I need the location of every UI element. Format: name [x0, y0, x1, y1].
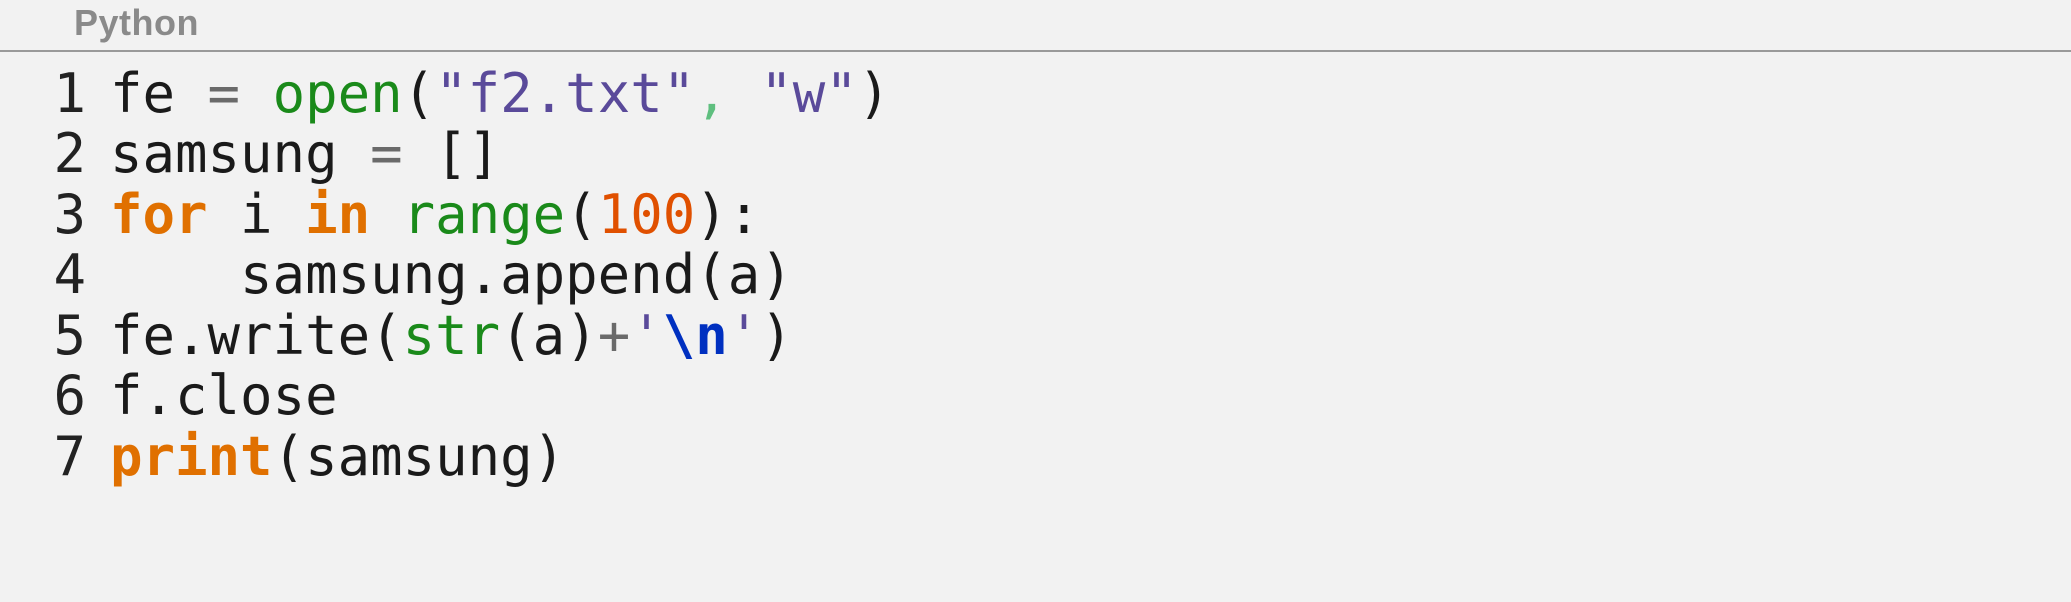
code-token: fe [110, 304, 175, 367]
code-token: fe [110, 62, 208, 125]
line-number: 6 [0, 366, 110, 426]
code-token: \n [663, 304, 728, 367]
code-token: write [208, 304, 371, 367]
code-token: (samsung) [273, 425, 566, 488]
line-number: 2 [0, 124, 110, 184]
code-line[interactable]: 2samsung = [] [0, 124, 2071, 184]
code-line[interactable]: 1fe = open("f2.txt", "w") [0, 64, 2071, 124]
code-content[interactable]: samsung = [] [110, 124, 500, 184]
code-content[interactable]: f.close [110, 366, 338, 426]
code-token: range [403, 183, 566, 246]
code-token: i [208, 183, 306, 246]
code-token: = [370, 122, 403, 185]
code-token: . [175, 304, 208, 367]
code-token: ) [760, 304, 793, 367]
code-token: in [305, 183, 370, 246]
code-token: (a) [695, 243, 793, 306]
code-token: append [500, 243, 695, 306]
line-number: 1 [0, 64, 110, 124]
code-token: . [468, 243, 501, 306]
code-token: ' [630, 304, 663, 367]
code-token: ( [403, 62, 436, 125]
code-token: . [143, 364, 176, 427]
code-token: 100 [598, 183, 696, 246]
code-content[interactable]: fe = open("f2.txt", "w") [110, 64, 890, 124]
line-number: 5 [0, 306, 110, 366]
code-token [370, 183, 403, 246]
language-label: Python [0, 0, 2071, 52]
code-token: ( [565, 183, 598, 246]
code-token: ' [728, 304, 761, 367]
code-token: for [110, 183, 208, 246]
code-token: "f2.txt" [435, 62, 695, 125]
code-area[interactable]: 1fe = open("f2.txt", "w")2samsung = []3f… [0, 52, 2071, 487]
code-token: print [110, 425, 273, 488]
code-token: samsung [110, 122, 370, 185]
code-token: "w" [760, 62, 858, 125]
code-token: ): [695, 183, 760, 246]
code-token: (a) [500, 304, 598, 367]
code-token: ) [858, 62, 891, 125]
code-content[interactable]: print(samsung) [110, 427, 565, 487]
code-line[interactable]: 7print(samsung) [0, 427, 2071, 487]
code-token: f [110, 364, 143, 427]
line-number: 7 [0, 427, 110, 487]
code-token [240, 62, 273, 125]
code-content[interactable]: for i in range(100): [110, 185, 760, 245]
code-token: ( [370, 304, 403, 367]
code-token: [] [403, 122, 501, 185]
code-content[interactable]: fe.write(str(a)+'\n') [110, 306, 793, 366]
code-token: str [403, 304, 501, 367]
code-line[interactable]: 6f.close [0, 366, 2071, 426]
code-token [728, 62, 761, 125]
code-token: + [598, 304, 631, 367]
code-token: samsung [110, 243, 468, 306]
code-line[interactable]: 5fe.write(str(a)+'\n') [0, 306, 2071, 366]
code-block: Python 1fe = open("f2.txt", "w")2samsung… [0, 0, 2071, 487]
code-line[interactable]: 4 samsung.append(a) [0, 245, 2071, 305]
code-line[interactable]: 3for i in range(100): [0, 185, 2071, 245]
code-token: = [208, 62, 241, 125]
code-content[interactable]: samsung.append(a) [110, 245, 793, 305]
line-number: 3 [0, 185, 110, 245]
code-token: open [273, 62, 403, 125]
code-token: , [695, 62, 728, 125]
code-token: close [175, 364, 338, 427]
line-number: 4 [0, 245, 110, 305]
